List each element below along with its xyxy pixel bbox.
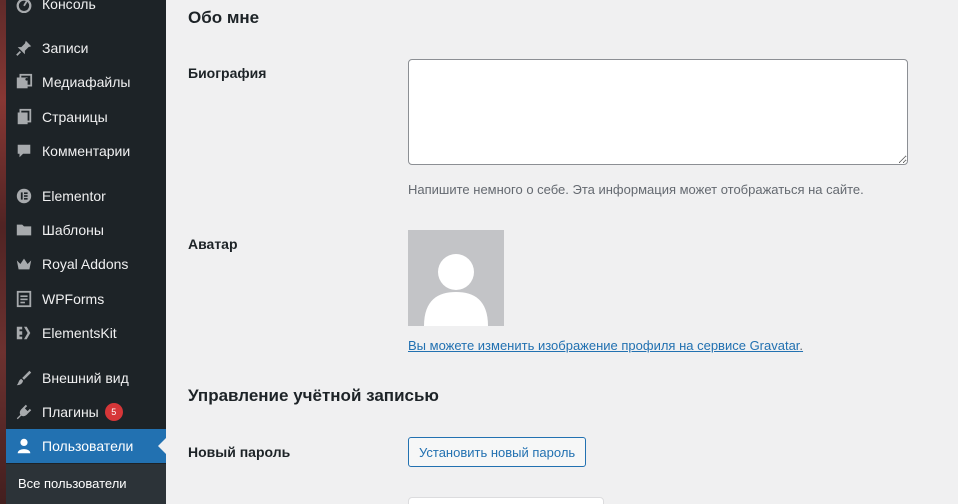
menu-item-wpforms[interactable]: WPForms	[6, 282, 166, 316]
gravatar-link-text[interactable]: Вы можете изменить изображение профиля н…	[408, 338, 799, 353]
menu-label: Записи	[42, 40, 89, 56]
menu-label: Royal Addons	[42, 256, 129, 272]
default-avatar-icon	[424, 254, 488, 326]
plugin-icon	[6, 403, 42, 421]
bio-label: Биография	[188, 65, 267, 81]
gravatar-link-period: .	[799, 338, 804, 353]
menu-item-plugins[interactable]: Плагины 5	[6, 395, 166, 429]
menu-label: Плагины	[42, 404, 99, 420]
bio-description: Напишите немного о себе. Эта информация …	[408, 182, 864, 197]
menu-label: ElementsKit	[42, 325, 117, 341]
elementor-icon	[6, 187, 42, 205]
menu-label: Пользователи	[42, 438, 134, 454]
menu-label: Страницы	[42, 109, 108, 125]
submenu-item-all-users[interactable]: Все пользователи	[18, 476, 127, 491]
section-heading-about: Обо мне	[188, 8, 260, 27]
section-heading-account: Управление учётной записью	[188, 386, 439, 405]
comment-icon	[6, 142, 42, 160]
brush-icon	[6, 369, 42, 387]
set-new-password-button[interactable]: Установить новый пароль	[408, 437, 587, 467]
menu-label: WPForms	[42, 291, 105, 307]
menu-label: Медиафайлы	[42, 74, 131, 90]
forms-icon	[6, 290, 42, 308]
update-count-badge: 5	[104, 403, 123, 421]
menu-label: Elementor	[42, 188, 106, 204]
menu-item-royal-addons[interactable]: Royal Addons	[6, 247, 166, 281]
avatar	[408, 230, 504, 326]
user-icon	[6, 437, 42, 455]
folder-icon	[6, 221, 42, 239]
new-password-label: Новый пароль	[188, 444, 291, 460]
users-submenu: Все пользователи	[6, 464, 166, 504]
menu-item-dashboard[interactable]: Консоль	[6, 0, 166, 21]
menu-item-appearance[interactable]: Внешний вид	[6, 361, 166, 395]
elementskit-icon	[6, 324, 42, 342]
menu-label: Внешний вид	[42, 370, 129, 386]
crown-icon	[6, 255, 42, 273]
next-field-partial	[408, 497, 604, 504]
dashboard-icon	[6, 0, 42, 13]
menu-label: Комментарии	[42, 143, 131, 159]
menu-item-comments[interactable]: Комментарии	[6, 134, 166, 168]
menu-item-media[interactable]: Медиафайлы	[6, 65, 166, 99]
menu-item-elementskit[interactable]: ElementsKit	[6, 316, 166, 350]
menu-label: Шаблоны	[42, 222, 104, 238]
admin-sidebar: Консоль Записи Медиафайлы Страницы Комме…	[0, 0, 166, 504]
media-icon	[6, 73, 42, 91]
menu-item-posts[interactable]: Записи	[6, 31, 166, 65]
pin-icon	[6, 39, 42, 57]
menu-item-users[interactable]: Пользователи	[6, 429, 166, 463]
bio-textarea[interactable]	[408, 59, 908, 165]
menu-item-pages[interactable]: Страницы	[6, 100, 166, 134]
avatar-label: Аватар	[188, 236, 238, 252]
gravatar-link[interactable]: Вы можете изменить изображение профиля н…	[408, 338, 803, 353]
profile-form: Обо мне Биография Напишите немного о себ…	[166, 0, 958, 504]
pages-icon	[6, 108, 42, 126]
menu-label: Консоль	[42, 0, 96, 12]
menu-item-templates[interactable]: Шаблоны	[6, 213, 166, 247]
menu-item-elementor[interactable]: Elementor	[6, 179, 166, 213]
